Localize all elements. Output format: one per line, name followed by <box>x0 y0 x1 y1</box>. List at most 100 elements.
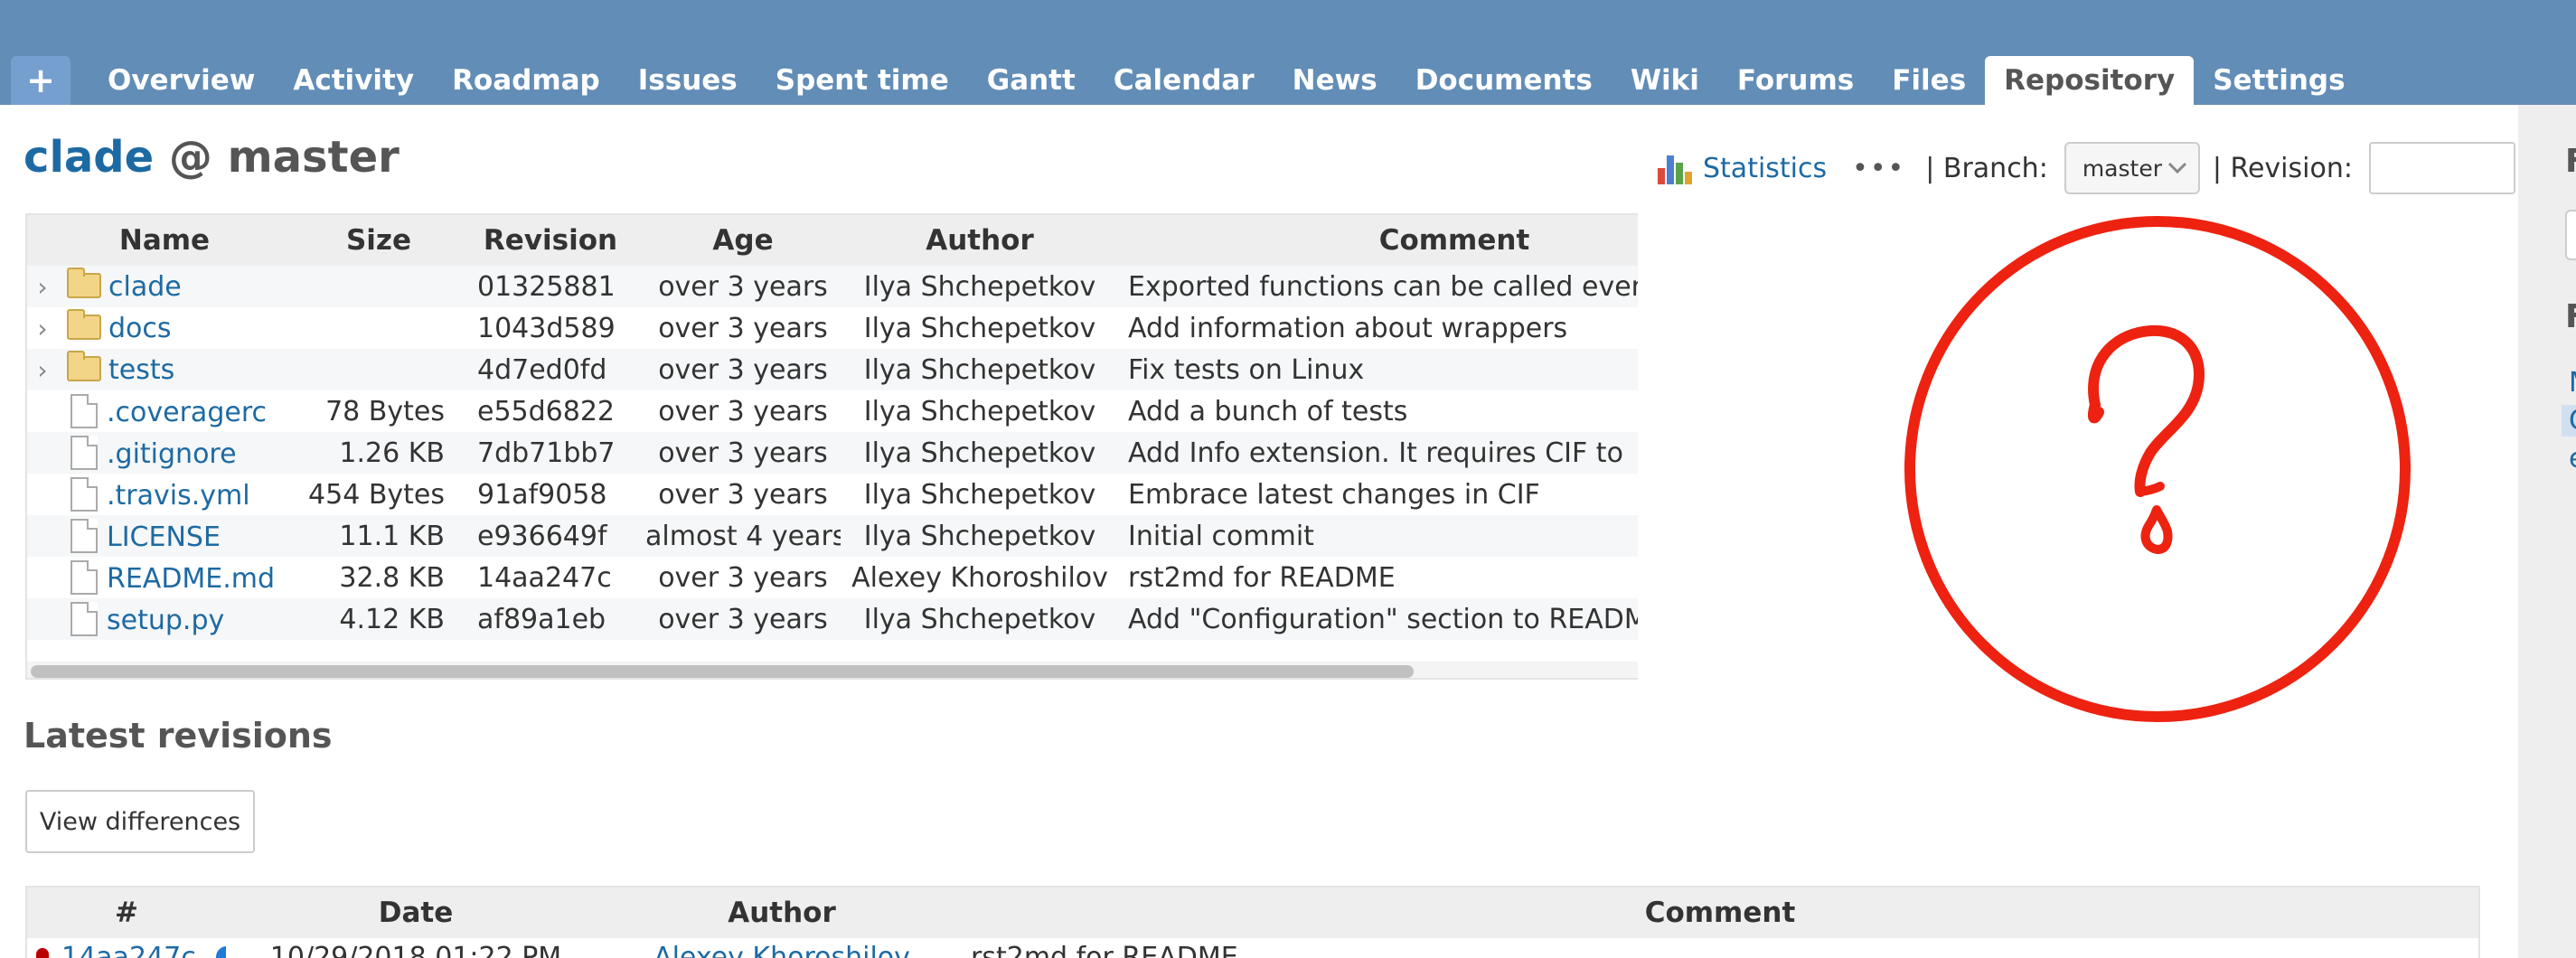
revision-comment: rst2md for README <box>971 942 1238 958</box>
file-name-link[interactable]: .coveragerc <box>107 397 267 428</box>
file-row: › tests 4d7ed0fd over 3 years Ilya Shchepetk… <box>27 349 1638 390</box>
sidebar-link-fragment[interactable]: M <box>2569 367 2576 399</box>
revision-link[interactable]: af89a1eb <box>477 604 606 635</box>
sidebar-heading-fragment: F <box>2565 143 2576 180</box>
revision-link[interactable]: e55d6822 <box>477 396 615 427</box>
file-row: .travis.yml 454 Bytes 91af9058 over 3 years… <box>27 474 1638 515</box>
column-header-comment: Comment <box>958 888 2478 938</box>
expander-icon[interactable]: › <box>31 272 54 302</box>
file-name-link[interactable]: docs <box>108 313 172 344</box>
tab-roadmap[interactable]: Roadmap <box>433 56 619 105</box>
revision-link[interactable]: 14aa247c <box>477 562 612 594</box>
file-author: Ilya Shchepetkov <box>841 307 1119 349</box>
file-name-link[interactable]: setup.py <box>107 605 224 636</box>
file-author: Ilya Shchepetkov <box>841 349 1119 390</box>
revision-link[interactable]: e936649f <box>477 521 607 552</box>
top-menu-bar: + Overview Activity Roadmap Issues Spent… <box>0 0 2576 105</box>
file-size: 78 Bytes <box>302 390 456 432</box>
revision-label: | Revision: <box>2212 152 2353 184</box>
tab-documents[interactable]: Documents <box>1396 56 1612 105</box>
files-table-header: Name Size Revision Age Author Comment <box>27 215 1638 266</box>
folder-icon <box>67 350 101 381</box>
chevron-down-icon <box>2167 162 2186 174</box>
revision-link[interactable]: 1043d589 <box>477 313 616 344</box>
column-header-revision[interactable]: Revision <box>456 215 645 266</box>
tab-files[interactable]: Files <box>1873 56 1985 105</box>
tab-repository[interactable]: Repository <box>1985 56 2195 105</box>
file-icon <box>71 477 98 512</box>
tab-calendar[interactable]: Calendar <box>1095 56 1274 105</box>
revision-link[interactable]: 01325881 <box>477 271 616 303</box>
file-row: setup.py 4.12 KB af89a1eb over 3 years Ilya … <box>27 598 1638 640</box>
file-age: over 3 years <box>645 307 841 349</box>
expander-icon[interactable]: › <box>31 314 54 343</box>
scrollbar-thumb[interactable] <box>31 665 1414 678</box>
tab-news[interactable]: News <box>1274 56 1396 105</box>
file-icon <box>71 394 98 428</box>
files-table: Name Size Revision Age Author Comment › c… <box>27 215 1638 640</box>
branch-select[interactable]: master <box>2064 142 2200 194</box>
file-row: LICENSE 11.1 KB e936649f almost 4 years Ilya… <box>27 515 1638 557</box>
file-author: Alexey Khoroshilov <box>841 557 1119 598</box>
tab-settings[interactable]: Settings <box>2194 56 2364 105</box>
column-header-size[interactable]: Size <box>302 215 456 266</box>
column-header-name[interactable]: Name <box>27 215 302 266</box>
sidebar-link-fragment[interactable]: e <box>2569 443 2576 474</box>
tab-wiki[interactable]: Wiki <box>1612 56 1718 105</box>
file-name-link[interactable]: .travis.yml <box>107 480 250 512</box>
revision-link[interactable]: 7db71bb7 <box>477 437 616 469</box>
revision-link[interactable]: 14aa247c <box>61 942 196 958</box>
view-differences-button[interactable]: View differences <box>25 790 255 853</box>
tab-overview[interactable]: Overview <box>89 56 274 105</box>
main-tabs: + Overview Activity Roadmap Issues Spent… <box>11 56 2364 105</box>
branch-select-value: master <box>2082 155 2162 182</box>
file-icon <box>71 602 98 636</box>
file-icon <box>71 519 98 553</box>
radio-to[interactable] <box>215 946 226 958</box>
sidebar: F F M C e <box>2518 105 2576 958</box>
sidebar-heading-fragment: F <box>2565 298 2576 335</box>
file-row: .coveragerc 78 Bytes e55d6822 over 3 years I… <box>27 390 1638 432</box>
column-header-number: # <box>27 888 226 938</box>
sidebar-link-fragment[interactable]: C <box>2562 405 2576 437</box>
file-name-link[interactable]: README.md <box>107 563 275 595</box>
statistics-link[interactable]: Statistics <box>1703 153 1827 184</box>
column-header-age[interactable]: Age <box>645 215 841 266</box>
question-mark-icon <box>1904 216 2411 722</box>
file-author: Ilya Shchepetkov <box>841 598 1119 640</box>
tab-issues[interactable]: Issues <box>619 56 757 105</box>
tab-spent-time[interactable]: Spent time <box>757 56 968 105</box>
tab-forums[interactable]: Forums <box>1718 56 1873 105</box>
sidebar-input-fragment[interactable] <box>2565 210 2576 260</box>
tab-activity[interactable]: Activity <box>274 56 433 105</box>
horizontal-scrollbar[interactable] <box>27 662 1638 678</box>
revision-link[interactable]: 91af9058 <box>477 479 606 511</box>
column-header-comment[interactable]: Comment <box>1119 215 1638 266</box>
file-icon <box>71 436 98 470</box>
file-name-link[interactable]: tests <box>108 354 174 386</box>
revisions-table: # Date Author Comment 14aa247c 10/29/201… <box>27 888 2478 958</box>
more-icon[interactable]: ••• <box>1852 153 1905 184</box>
column-header-author[interactable]: Author <box>841 215 1119 266</box>
file-comment: Add "Configuration" section to README <box>1119 598 1638 640</box>
project-link[interactable]: clade <box>24 132 154 183</box>
file-size: 454 Bytes <box>302 474 456 515</box>
new-object-tab[interactable]: + <box>11 56 71 105</box>
revision-author-link[interactable]: Alexey Khoroshilov <box>653 942 910 958</box>
file-comment: Fix tests on Linux <box>1119 349 1638 390</box>
file-name-link[interactable]: LICENSE <box>107 521 221 553</box>
file-name-link[interactable]: clade <box>108 271 182 303</box>
file-row: › clade 01325881 over 3 years Ilya Shchepetk… <box>27 266 1638 307</box>
file-author: Ilya Shchepetkov <box>841 266 1119 307</box>
file-name-link[interactable]: .gitignore <box>107 438 237 470</box>
file-comment: rst2md for README <box>1119 557 1638 598</box>
expander-icon[interactable]: › <box>31 355 54 385</box>
revision-link[interactable]: 4d7ed0fd <box>477 354 606 386</box>
file-size: 4.12 KB <box>302 598 456 640</box>
file-size: 11.1 KB <box>302 515 456 557</box>
branch-label: | Branch: <box>1925 152 2048 184</box>
radio-from[interactable] <box>36 948 49 958</box>
revision-input[interactable] <box>2368 142 2515 194</box>
tab-gantt[interactable]: Gantt <box>968 56 1095 105</box>
revisions-table-container: # Date Author Comment 14aa247c 10/29/201… <box>25 886 2480 958</box>
